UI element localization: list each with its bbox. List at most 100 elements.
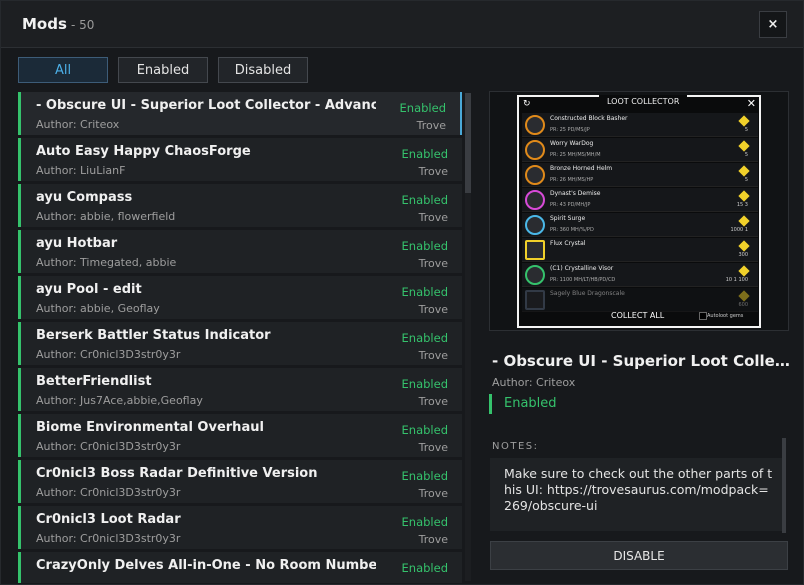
loot-count: 15 3: [736, 202, 748, 208]
loot-row: Constructed Block Basher PR: 25 PD/MS/JP…: [522, 113, 758, 137]
mod-name: CrazyOnly Delves All-in-One - No Room Nu…: [36, 558, 376, 573]
filter-disabled-button[interactable]: Disabled: [218, 57, 308, 83]
mod-status: Enabled: [401, 377, 448, 391]
mods-window: Mods - 50 × All Enabled Disabled - Obscu…: [0, 0, 804, 585]
mod-list-item[interactable]: ayu Pool - edit Author: abbie, Geoflay E…: [18, 276, 462, 319]
preview-header: LOOT COLLECTOR: [599, 95, 688, 109]
mod-source: Trove: [418, 441, 448, 454]
loot-name: Worry WarDog: [550, 140, 594, 147]
gem-icon: [738, 190, 750, 202]
mod-name: - Obscure UI - Superior Loot Collector -…: [36, 98, 376, 113]
mod-list-scrollbar[interactable]: [465, 93, 471, 581]
loot-name: (C1) Crystalline Visor: [550, 265, 614, 272]
loot-stat: PR: 1100 MH/LT/HB/PD/CD: [550, 277, 616, 283]
mod-list-item[interactable]: Auto Easy Happy ChaosForge Author: LiuLi…: [18, 138, 462, 181]
close-icon: ×: [767, 17, 779, 32]
mod-list-item[interactable]: CrazyOnly Delves All-in-One - No Room Nu…: [18, 552, 462, 583]
mod-author: Author: Cr0nicl3D3str0y3r: [36, 532, 181, 545]
mod-list-item[interactable]: BetterFriendlist Author: Jus7Ace,abbie,G…: [18, 368, 462, 411]
item-icon: [525, 240, 545, 260]
item-icon: [525, 115, 545, 135]
mod-status: Enabled: [401, 331, 448, 345]
loot-name: Bronze Horned Helm: [550, 165, 613, 172]
mod-status: Enabled: [401, 239, 448, 253]
window-title: Mods: [22, 15, 67, 33]
loot-row: Dynast's Demise PR: 43 PD/MH/JP 15 3: [522, 188, 758, 212]
item-icon: [525, 140, 545, 160]
loot-name: Flux Crystal: [550, 240, 586, 247]
mod-author: Author: abbie, flowerfield: [36, 210, 176, 223]
autoloot-checkbox: [699, 312, 707, 320]
item-icon: [525, 290, 545, 310]
mod-source: Trove: [418, 211, 448, 224]
mod-list-item[interactable]: ayu Compass Author: abbie, flowerfield E…: [18, 184, 462, 227]
mod-list-item[interactable]: - Obscure UI - Superior Loot Collector -…: [18, 92, 462, 135]
mod-source: Trove: [418, 257, 448, 270]
mod-source: Trove: [418, 533, 448, 546]
loot-name: Sagely Blue Dragonscale: [550, 290, 625, 297]
loot-count: 300: [738, 252, 748, 258]
mod-source: Trove: [418, 349, 448, 362]
scrollbar-thumb[interactable]: [465, 93, 471, 193]
mod-status: Enabled: [401, 147, 448, 161]
gem-icon: [738, 140, 750, 152]
autoloot-label: Autoloot gems: [707, 313, 744, 319]
loot-stat: PR: 25 MH/MS/MH/M: [550, 152, 601, 158]
gem-icon: [738, 240, 750, 252]
loot-count: 10 1 100: [725, 277, 748, 283]
filter-bar: All Enabled Disabled: [1, 49, 803, 90]
loot-row: (C1) Crystalline Visor PR: 1100 MH/LT/HB…: [522, 263, 758, 287]
mod-author: Author: abbie, Geoflay: [36, 302, 160, 315]
mod-list-item[interactable]: Berserk Battler Status Indicator Author:…: [18, 322, 462, 365]
mod-name: ayu Pool - edit: [36, 282, 142, 297]
gem-icon: [738, 265, 750, 277]
item-icon: [525, 215, 545, 235]
filter-enabled-button[interactable]: Enabled: [118, 57, 208, 83]
mod-author: Author: Cr0nicl3D3str0y3r: [36, 440, 181, 453]
loot-name: Constructed Block Basher: [550, 115, 628, 122]
mod-status: Enabled: [401, 285, 448, 299]
mod-list-item[interactable]: Cr0nicl3 Loot Radar Author: Cr0nicl3D3st…: [18, 506, 462, 549]
detail-status-badge: Enabled: [489, 394, 557, 414]
mod-name: Biome Environmental Overhaul: [36, 420, 264, 435]
mod-list-item[interactable]: Cr0nicl3 Boss Radar Definitive Version A…: [18, 460, 462, 503]
notes-text: Make sure to check out the other parts o…: [504, 466, 773, 513]
refresh-icon: ↻: [523, 99, 531, 109]
item-icon: [525, 265, 545, 285]
loot-name: Spirit Surge: [550, 215, 586, 222]
filter-all-button[interactable]: All: [18, 57, 108, 83]
mod-status: Enabled: [401, 469, 448, 483]
detail-author: Author: Criteox: [492, 376, 576, 389]
loot-count: 5: [744, 177, 748, 183]
loot-name: Dynast's Demise: [550, 190, 601, 197]
gem-icon: [738, 165, 750, 177]
close-button[interactable]: ×: [759, 11, 787, 38]
gem-icon: [738, 215, 750, 227]
mod-name: Cr0nicl3 Boss Radar Definitive Version: [36, 466, 318, 481]
preview-close-icon: ✕: [746, 97, 756, 110]
loot-collector-screenshot: ↻ LOOT COLLECTOR ✕ Constructed Block Bas…: [517, 95, 761, 328]
mod-name: Berserk Battler Status Indicator: [36, 328, 271, 343]
detail-title: - Obscure UI - Superior Loot Collector -…: [492, 352, 792, 370]
mod-author: Author: Criteox: [36, 118, 120, 131]
loot-count: 1000 1: [730, 227, 749, 233]
mod-name: Auto Easy Happy ChaosForge: [36, 144, 251, 159]
mod-author: Author: Cr0nicl3D3str0y3r: [36, 348, 181, 361]
mod-author: Author: Cr0nicl3D3str0y3r: [36, 486, 181, 499]
mod-author: Author: Timegated, abbie: [36, 256, 177, 269]
mod-list-item[interactable]: Biome Environmental Overhaul Author: Cr0…: [18, 414, 462, 457]
mod-author: Author: Jus7Ace,abbie,Geoflay: [36, 394, 203, 407]
mod-name: Cr0nicl3 Loot Radar: [36, 512, 181, 527]
mod-name: BetterFriendlist: [36, 374, 152, 389]
loot-row: Worry WarDog PR: 25 MH/MS/MH/M 5: [522, 138, 758, 162]
loot-stat: PR: 26 MH/MS/HP: [550, 177, 594, 183]
mod-author: Author: LiuLianF: [36, 164, 126, 177]
disable-button[interactable]: DISABLE: [490, 541, 788, 570]
mod-status: Enabled: [401, 423, 448, 437]
mod-status: Enabled: [401, 515, 448, 529]
mod-source: Trove: [418, 487, 448, 500]
mod-list-item[interactable]: ayu Hotbar Author: Timegated, abbie Enab…: [18, 230, 462, 273]
notes-scrollbar[interactable]: [782, 438, 786, 533]
mod-name: ayu Hotbar: [36, 236, 118, 251]
item-icon: [525, 165, 545, 185]
